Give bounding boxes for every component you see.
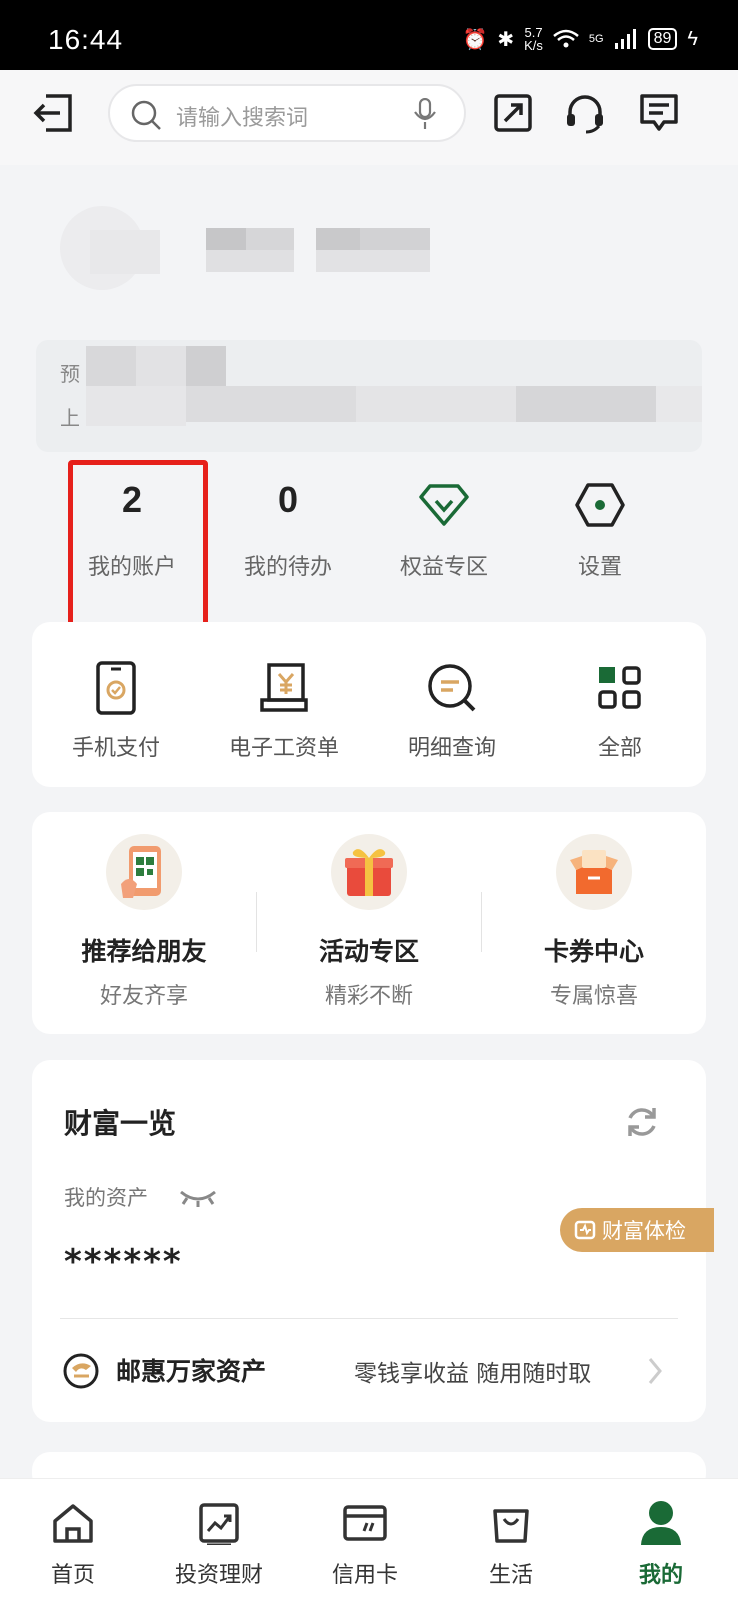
- bottom-tab-bar: 首页 投资理财 信用卡 生活 我的: [0, 1478, 738, 1600]
- gift-box-illustration: [331, 834, 407, 910]
- service-all[interactable]: 全部: [536, 622, 704, 787]
- my-todo[interactable]: 0 我的待办: [208, 465, 368, 615]
- promo-coupon-title: 卡券中心: [543, 937, 644, 966]
- network-speed: 5.7 K/s: [524, 26, 543, 52]
- signal-icon: [614, 29, 636, 49]
- wealth-title: 财富一览: [64, 1107, 177, 1140]
- top-header: 请输入搜索词: [0, 70, 738, 165]
- promo-coupon-subtitle: 专属惊喜: [549, 984, 638, 1009]
- charging-icon: ϟ: [687, 27, 698, 50]
- checkup-label: 财富体检: [602, 1219, 686, 1243]
- shopping-bag-icon: [438, 1495, 584, 1551]
- mobile-pay-icon: [32, 656, 200, 720]
- promo-recommend-title: 推荐给朋友: [81, 937, 207, 966]
- payslip-icon: [200, 656, 368, 720]
- details-search-icon: [368, 656, 536, 720]
- tab-investment[interactable]: 投资理财: [146, 1479, 292, 1600]
- settings-label: 设置: [577, 555, 622, 580]
- promo-activity[interactable]: 活动专区 精彩不断: [257, 812, 481, 1034]
- home-icon: [0, 1495, 146, 1551]
- speed-unit: K/s: [524, 38, 543, 53]
- network-type: 5G: [588, 33, 604, 45]
- mobile-pay-label: 手机支付: [71, 736, 160, 761]
- promo-recommend[interactable]: 推荐给朋友 好友齐享: [32, 812, 256, 1034]
- search-input[interactable]: 请输入搜索词: [108, 84, 466, 142]
- status-time: 16:44: [48, 24, 124, 55]
- tab-investment-label: 投资理财: [174, 1563, 263, 1588]
- todo-label: 我的待办: [243, 555, 332, 580]
- tab-credit-card[interactable]: 信用卡: [292, 1479, 438, 1600]
- tab-mine-label: 我的: [638, 1563, 683, 1588]
- wealth-checkup-button[interactable]: 财富体检: [560, 1208, 714, 1252]
- youhui-name: 邮惠万家资产: [116, 1357, 267, 1386]
- checkup-icon: [574, 1220, 596, 1240]
- notice-banner-blurred[interactable]: 预 上: [36, 340, 702, 452]
- youhui-logo-icon: [63, 1353, 99, 1389]
- status-indicators: ⏰ ✱ 5.7 K/s 5G 89 ϟ: [462, 26, 698, 52]
- rights-zone[interactable]: 权益专区: [364, 465, 524, 615]
- promo-recommend-subtitle: 好友齐享: [99, 984, 188, 1009]
- service-details-query[interactable]: 明细查询: [368, 622, 536, 787]
- assets-value: ******: [64, 1242, 183, 1282]
- user-icon: [584, 1495, 738, 1551]
- rights-label: 权益专区: [399, 555, 488, 580]
- todo-count: 0: [277, 479, 299, 520]
- assets-label: 我的资产: [64, 1186, 148, 1210]
- service-payslip[interactable]: 电子工资单: [200, 622, 368, 787]
- wealth-card: 财富一览 我的资产 ******: [32, 1060, 706, 1322]
- search-icon: [131, 100, 161, 130]
- promo-activity-title: 活动专区: [318, 937, 419, 966]
- tab-home[interactable]: 首页: [0, 1479, 146, 1600]
- grid-icon: [536, 656, 704, 720]
- accounts-count: 2: [121, 479, 143, 520]
- notice-line1: 预: [60, 362, 80, 386]
- tab-life-label: 生活: [488, 1563, 533, 1588]
- coupon-box-illustration: [556, 834, 632, 910]
- tab-life[interactable]: 生活: [438, 1479, 584, 1600]
- tab-credit-card-label: 信用卡: [331, 1563, 398, 1588]
- quick-stats-row: 2 我的账户 0 我的待办 权益专区 设置: [52, 465, 692, 615]
- service-mobile-pay[interactable]: 手机支付: [32, 622, 200, 787]
- notice-line2: 上: [60, 406, 80, 430]
- chevron-right-icon: [648, 1358, 662, 1384]
- youhui-row[interactable]: 邮惠万家资产 零钱享收益 随用随时取: [32, 1318, 706, 1422]
- phone-qr-illustration: [106, 834, 182, 910]
- promo-activity-subtitle: 精彩不断: [324, 984, 413, 1009]
- my-accounts[interactable]: 2 我的账户: [52, 465, 212, 615]
- eye-closed-icon[interactable]: [178, 1186, 218, 1208]
- accounts-label: 我的账户: [87, 555, 176, 580]
- battery-indicator: 89: [647, 28, 678, 50]
- logout-icon[interactable]: [30, 90, 76, 136]
- scan-icon[interactable]: [490, 90, 536, 136]
- alarm-icon: ⏰: [462, 28, 488, 51]
- payslip-label: 电子工资单: [228, 736, 339, 761]
- details-label: 明细查询: [407, 736, 496, 761]
- credit-card-icon: [292, 1495, 438, 1551]
- chart-icon: [146, 1495, 292, 1551]
- search-placeholder: 请输入搜索词: [176, 106, 309, 131]
- notice-mosaic: [86, 346, 702, 426]
- status-bar: 16:44 ⏰ ✱ 5.7 K/s 5G 89 ϟ: [0, 0, 738, 70]
- divider: [60, 1318, 678, 1319]
- microphone-icon[interactable]: [412, 98, 438, 130]
- promo-card: 推荐给朋友 好友齐享 活动专区 精彩不断 卡券中心 专属惊喜: [32, 812, 706, 1034]
- settings-hex-icon: [520, 479, 680, 531]
- refresh-icon[interactable]: [624, 1104, 660, 1140]
- all-label: 全部: [597, 736, 642, 761]
- services-card: 手机支付 电子工资单 明细查询 全部: [32, 622, 706, 787]
- youhui-desc: 零钱享收益 随用随时取: [354, 1361, 592, 1387]
- settings[interactable]: 设置: [520, 465, 680, 615]
- tab-home-label: 首页: [50, 1563, 95, 1588]
- tab-mine[interactable]: 我的: [584, 1479, 738, 1600]
- profile-avatar-blurred: [60, 206, 430, 290]
- diamond-icon: [364, 479, 524, 531]
- wifi-icon: [553, 29, 579, 48]
- promo-coupon-center[interactable]: 卡券中心 专属惊喜: [482, 812, 706, 1034]
- customer-service-icon[interactable]: [562, 90, 608, 136]
- bluetooth-icon: ✱: [497, 28, 515, 51]
- message-icon[interactable]: [636, 90, 682, 136]
